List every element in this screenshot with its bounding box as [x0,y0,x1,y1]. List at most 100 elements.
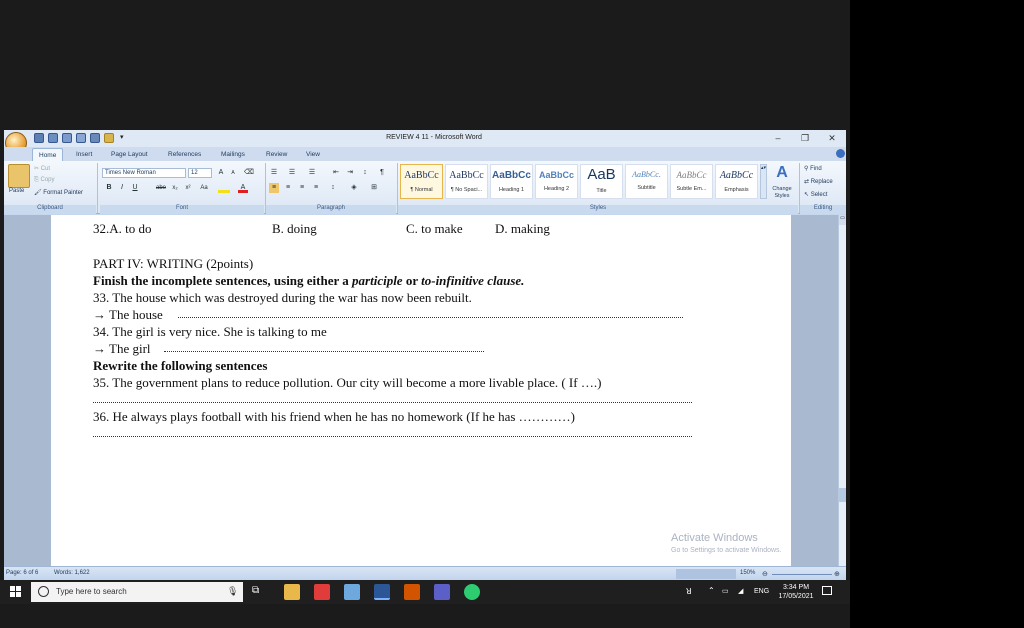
tab-view[interactable]: View [300,148,326,161]
clear-format-icon[interactable]: ⌫ [244,168,254,178]
open-icon[interactable] [104,133,114,143]
paste-button[interactable]: Paste [9,188,24,198]
sort-icon[interactable]: ↕ [360,168,370,178]
customize-quick-access-icon[interactable]: ▾ [120,133,124,141]
replace-label: Replace [810,179,833,185]
tab-home[interactable]: Home [32,148,64,161]
style-subtle-emphasis[interactable]: AaBbCc Subtle Em... [670,164,713,199]
clock-date: 17/05/2021 [778,593,814,600]
redo-icon[interactable] [62,133,72,143]
copy-button[interactable]: ⎘ Copy [34,177,55,187]
borders-icon[interactable]: ⊞ [369,183,379,193]
bullets-icon[interactable]: ☰ [269,168,279,178]
notifications-icon[interactable] [822,586,832,595]
clock-time: 3:34 PM [782,584,810,591]
word-app-icon[interactable] [374,584,390,600]
undo-icon[interactable] [48,133,58,143]
find-button[interactable]: ⚲ Find [804,165,822,175]
style-emphasis[interactable]: AaBbCc Emphasis [715,164,758,199]
view-buttons[interactable] [676,569,736,579]
minimize-button[interactable]: – [764,131,792,145]
clock[interactable]: 3:34 PM 17/05/2021 [776,583,816,601]
replace-button[interactable]: ⇄ Replace [804,178,833,188]
paste-icon[interactable] [8,164,30,188]
cut-button[interactable]: ✂ Cut [34,165,50,175]
multilevel-list-icon[interactable]: ☰ [307,168,317,178]
subscript-button[interactable]: x₂ [170,183,180,193]
zoom-out-icon[interactable]: ⊖ [762,570,768,578]
zoom-level[interactable]: 150% [740,570,755,576]
tab-insert[interactable]: Insert [70,148,98,161]
change-case-button[interactable]: Aa [197,183,211,193]
ruler-toggle-icon[interactable]: ▭ [839,215,846,225]
numbering-icon[interactable]: ☰ [287,168,297,178]
shading-icon[interactable]: ◈ [349,183,359,193]
underline-button[interactable]: U [130,183,140,193]
font-name-box[interactable]: Times New Roman [102,168,186,178]
battery-icon[interactable]: ▭ [722,587,729,595]
italic-button[interactable]: I [117,183,127,193]
app-icon[interactable] [344,584,360,600]
strikethrough-button[interactable]: abe [154,183,168,193]
save-icon[interactable] [34,133,44,143]
tab-review[interactable]: Review [260,148,293,161]
windows-start-icon[interactable] [10,586,22,598]
language-indicator[interactable]: ENG [754,588,769,595]
style-heading-1[interactable]: AaBbCc Heading 1 [490,164,533,199]
style-normal[interactable]: AaBbCc ¶ Normal [400,164,443,199]
scroll-thumb[interactable] [839,488,846,502]
style-title[interactable]: AaB Title [580,164,623,199]
align-left-icon[interactable]: ≡ [269,183,279,193]
bold-button[interactable]: B [104,183,114,193]
change-styles-icon[interactable]: A [772,164,792,182]
tab-page-layout[interactable]: Page Layout [105,148,154,161]
app-icon[interactable] [404,584,420,600]
increase-indent-icon[interactable]: ⇥ [345,168,355,178]
teams-icon[interactable] [434,584,450,600]
word-count[interactable]: Words: 1,622 [54,570,90,576]
maximize-button[interactable]: ❐ [791,131,819,145]
style-heading-2[interactable]: AaBbCc Heading 2 [535,164,578,199]
taskbar-search-box[interactable]: Type here to search 🎙 [31,582,243,602]
align-right-icon[interactable]: ≡ [297,183,307,193]
ribbon: Paste ✂ Cut ⎘ Copy 🖌 Format Painter Clip… [4,161,846,214]
tab-mailings[interactable]: Mailings [215,148,251,161]
spelling-icon[interactable] [76,133,86,143]
shrink-font-icon[interactable]: A [228,168,238,178]
align-center-icon[interactable]: ≡ [283,183,293,193]
status-bar: Page: 6 of 6 Words: 1,622 150% ⊖ ⊕ [4,566,846,580]
zoom-in-icon[interactable]: ⊕ [834,570,840,578]
grow-font-icon[interactable]: A [216,168,226,178]
help-icon[interactable] [836,149,845,158]
tab-references[interactable]: References [162,148,207,161]
decrease-indent-icon[interactable]: ⇤ [331,168,341,178]
page-indicator[interactable]: Page: 6 of 6 [6,570,38,576]
vertical-scrollbar[interactable]: ▭ [838,215,846,566]
select-button[interactable]: ↖ Select [804,191,827,201]
file-explorer-icon[interactable] [284,584,300,600]
font-color-button[interactable]: A [238,183,248,193]
justify-icon[interactable]: ≡ [311,183,321,193]
chevron-up-icon[interactable]: ⌃ [708,586,715,595]
style-subtitle[interactable]: AaBbCc. Subtitle [625,164,668,199]
format-painter-button[interactable]: 🖌 Format Painter [34,189,83,199]
style-no-spacing[interactable]: AaBbCc ¶ No Spaci... [445,164,488,199]
microphone-icon[interactable]: 🎙 [227,586,238,597]
people-icon[interactable]: ꓤ [686,587,692,596]
superscript-button[interactable]: x² [183,183,193,193]
chrome-icon[interactable] [464,584,480,600]
app-icon[interactable] [314,584,330,600]
styles-scroll-icon[interactable]: ▴▾ [760,164,767,199]
line-spacing-icon[interactable]: ↕ [328,183,338,193]
instruction-text: or [402,273,422,288]
print-preview-icon[interactable] [90,133,100,143]
font-size-box[interactable]: 12 [188,168,212,178]
highlight-icon[interactable] [218,183,230,193]
change-styles-button[interactable]: Change Styles [768,186,796,200]
document-page[interactable]: 32.A. to do B. doing C. to make D. makin… [51,215,791,566]
close-button[interactable]: ✕ [818,131,846,145]
zoom-slider[interactable] [772,574,832,575]
show-marks-icon[interactable]: ¶ [377,168,387,178]
task-view-icon[interactable]: ⧉ [252,585,259,596]
network-icon[interactable]: ◢ [738,587,743,595]
